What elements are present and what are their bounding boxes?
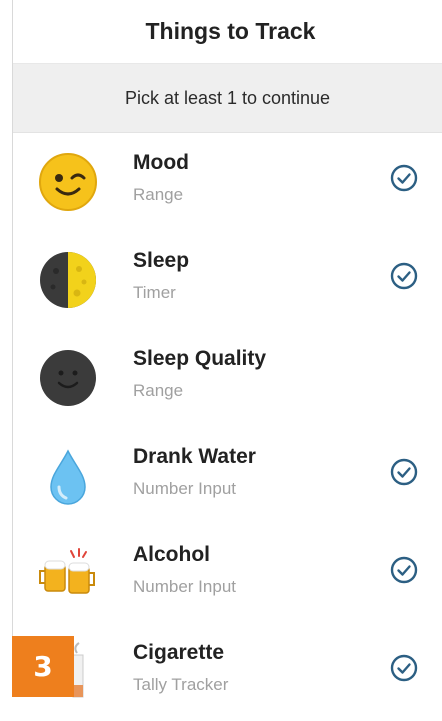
item-type: Range — [133, 185, 184, 204]
item-name: Drank Water — [133, 445, 256, 468]
list-item-alcohol[interactable]: Alcohol Number Input — [13, 525, 442, 623]
list-item-sleep-quality[interactable]: Sleep Quality Range — [13, 329, 442, 427]
winking-face-icon — [39, 153, 97, 211]
beer-mugs-icon — [39, 548, 95, 594]
item-type: Number Input — [133, 577, 236, 596]
list-item-mood[interactable]: Mood Range — [13, 133, 442, 231]
item-name: Sleep — [133, 249, 190, 272]
page-title: Things to Track — [13, 0, 442, 64]
item-type: Timer — [133, 283, 176, 302]
list-item-drank-water[interactable]: Drank Water Number Input — [13, 427, 442, 525]
step-number-badge: 3 — [12, 636, 74, 697]
tracker-list: Mood Range Sleep Timer Sleep Quality Ran… — [13, 133, 442, 721]
item-name: Cigarette — [133, 641, 225, 664]
list-item-sleep[interactable]: Sleep Timer — [13, 231, 442, 329]
item-name: Alcohol — [133, 543, 210, 566]
list-item-cigarette[interactable]: Cigarette Tally Tracker — [13, 623, 442, 721]
item-name: Sleep Quality — [133, 347, 267, 370]
check-circle-icon[interactable] — [389, 653, 419, 683]
item-type: Tally Tracker — [133, 675, 229, 694]
check-circle-icon[interactable] — [389, 555, 419, 585]
app-frame: Things to Track Pick at least 1 to conti… — [12, 0, 442, 698]
item-name: Mood — [133, 151, 189, 174]
half-moon-icon — [40, 252, 96, 308]
check-circle-icon[interactable] — [389, 163, 419, 193]
check-circle-icon[interactable] — [389, 457, 419, 487]
water-drop-icon — [50, 449, 86, 505]
check-circle-icon[interactable] — [389, 261, 419, 291]
item-type: Range — [133, 381, 184, 400]
instruction-banner: Pick at least 1 to continue — [13, 64, 442, 133]
dark-smiley-icon — [40, 350, 96, 406]
item-type: Number Input — [133, 479, 236, 498]
